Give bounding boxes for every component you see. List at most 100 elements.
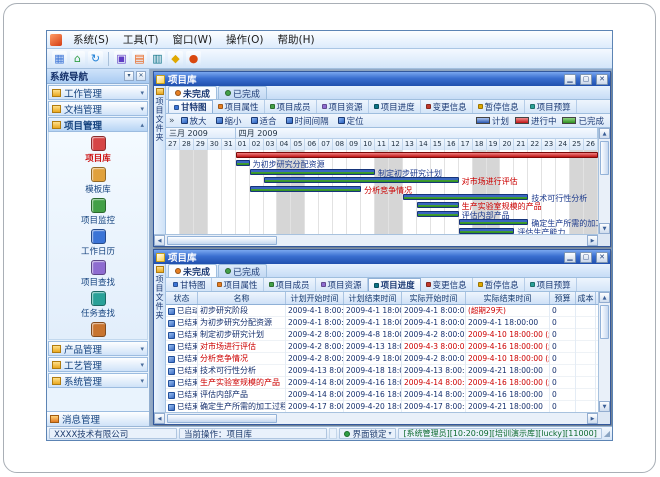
table-row[interactable]: 已结束技术可行性分析2009-4-13 8:00:002009-4-18 18:…: [166, 365, 598, 377]
sidebar-tab-messages[interactable]: 消息管理: [47, 411, 149, 426]
gantt-bar[interactable]: [459, 228, 515, 234]
gantt-tool[interactable]: 放大: [179, 115, 209, 127]
folder-tab[interactable]: 项目文件夹: [154, 264, 166, 412]
table-row[interactable]: 已结束制定初步研究计划2009-4-2 8:00:002009-4-8 18:0…: [166, 329, 598, 341]
view-tab[interactable]: 项目资源: [316, 278, 368, 291]
sidebar-item[interactable]: 项目监控: [49, 198, 147, 226]
column-header[interactable]: 实际结束时间: [466, 292, 550, 305]
column-header[interactable]: 状态: [166, 292, 198, 305]
gantt-bar[interactable]: [417, 211, 459, 217]
column-header[interactable]: 成本: [576, 292, 596, 305]
sidebar-item[interactable]: 任务查找: [49, 291, 147, 319]
scrollbar-thumb[interactable]: [600, 141, 609, 175]
table-row[interactable]: 已结束评估内部产品2009-4-14 8:00:002009-4-16 18:0…: [166, 389, 598, 401]
scroll-down-icon[interactable]: ▼: [599, 401, 610, 412]
view-tab[interactable]: 项目属性: [213, 100, 265, 113]
view-tab[interactable]: 项目成员: [265, 100, 317, 113]
sidebar-item[interactable]: 模板库: [49, 167, 147, 195]
sidebar-group-project-management[interactable]: 项目管理 ▴: [48, 117, 148, 132]
lock-icon[interactable]: ◆: [168, 51, 183, 66]
sidebar-menu-icon[interactable]: ▾: [124, 71, 134, 81]
gantt-bar[interactable]: [264, 177, 459, 183]
table-row[interactable]: 已结束对市场进行评估2009-4-2 8:00:002009-4-13 18:0…: [166, 341, 598, 353]
view-tab[interactable]: 项目预算: [525, 278, 577, 291]
restore-button[interactable]: ▢: [580, 252, 592, 263]
sidebar-close-icon[interactable]: ✕: [136, 71, 146, 81]
column-header[interactable]: 名称: [198, 292, 286, 305]
scrollbar-thumb[interactable]: [167, 236, 277, 245]
sidebar-group[interactable]: 工作管理▾: [48, 85, 148, 100]
sidebar-group[interactable]: 文档管理▾: [48, 101, 148, 116]
vertical-scrollbar[interactable]: ▲ ▼: [598, 128, 610, 234]
view-tab[interactable]: 项目成员: [264, 278, 316, 291]
menu-item[interactable]: 工具(T): [116, 31, 166, 48]
gantt-bar[interactable]: [417, 202, 459, 208]
scrollbar-thumb[interactable]: [167, 414, 277, 423]
ui-lock-control[interactable]: 界面锁定 ▾: [339, 428, 396, 439]
vertical-scrollbar[interactable]: ▲ ▼: [598, 292, 610, 412]
view-tab[interactable]: 项目预算: [525, 100, 577, 113]
column-header[interactable]: 计划结束时间: [344, 292, 402, 305]
filter-tab[interactable]: 已完成: [218, 86, 267, 99]
filter-tab[interactable]: 未完成: [168, 86, 217, 99]
gantt-bar[interactable]: [403, 194, 528, 200]
menu-item[interactable]: 系统(S): [66, 31, 116, 48]
gantt-tool[interactable]: 时间间隔: [284, 115, 331, 127]
gantt-bar[interactable]: [236, 152, 598, 158]
gantt-bar[interactable]: [250, 186, 361, 192]
overflow-chevron-icon[interactable]: »: [169, 116, 175, 126]
view-tab[interactable]: 项目进度: [369, 100, 421, 113]
gantt-bar[interactable]: [250, 169, 375, 175]
gantt-tool[interactable]: 适合: [249, 115, 279, 127]
view-tab[interactable]: 暂停信息: [473, 278, 525, 291]
table-row[interactable]: 已结束确定生产所需的加工过程2009-4-17 8:00:002009-4-20…: [166, 401, 598, 412]
table-row[interactable]: 已结束为初步研究分配资源2009-4-1 8:00:002009-4-1 18:…: [166, 317, 598, 329]
horizontal-scrollbar[interactable]: ◀ ▶: [154, 234, 598, 246]
scroll-up-icon[interactable]: ▲: [599, 292, 610, 303]
gantt-bar[interactable]: [236, 160, 250, 166]
view-tab[interactable]: 项目资源: [317, 100, 369, 113]
sidebar-group[interactable]: 工艺管理▾: [48, 357, 148, 372]
window-icon[interactable]: ▣: [114, 51, 129, 66]
sidebar-group[interactable]: 系统管理▾: [48, 373, 148, 388]
sidebar-item[interactable]: 工作日历: [49, 229, 147, 257]
window-titlebar[interactable]: 项目库 ▁ ▢ ✕: [154, 72, 610, 86]
scroll-left-icon[interactable]: ◀: [154, 235, 165, 246]
folder-tab[interactable]: 项目文件夹: [154, 86, 166, 234]
table-row[interactable]: 已结束生产实验室规模的产品2009-4-14 8:00:002009-4-16 …: [166, 377, 598, 389]
sidebar-item[interactable]: 项目查找: [49, 260, 147, 288]
minimize-button[interactable]: ▁: [564, 74, 576, 85]
save-icon[interactable]: ▦: [52, 51, 67, 66]
gantt-bar[interactable]: [459, 219, 529, 225]
filter-tab[interactable]: 已完成: [218, 264, 267, 277]
scroll-down-icon[interactable]: ▼: [599, 223, 610, 234]
view-tab[interactable]: 项目进度: [368, 278, 421, 291]
chart-icon[interactable]: ▥: [150, 51, 165, 66]
minimize-button[interactable]: ▁: [564, 252, 576, 263]
scroll-right-icon[interactable]: ▶: [587, 235, 598, 246]
column-header[interactable]: 实际开始时间: [402, 292, 466, 305]
gantt-tool[interactable]: 缩小: [214, 115, 244, 127]
column-header[interactable]: 计划开始时间: [286, 292, 344, 305]
view-tab[interactable]: 变更信息: [421, 100, 473, 113]
menu-item[interactable]: 窗口(W): [165, 31, 219, 48]
scroll-left-icon[interactable]: ◀: [154, 413, 165, 424]
filter-tab[interactable]: 未完成: [168, 264, 217, 277]
scroll-right-icon[interactable]: ▶: [587, 413, 598, 424]
table-row[interactable]: 已启动初步研究阶段2009-4-1 8:00:002009-4-1 18:00:…: [166, 305, 598, 317]
scrollbar-thumb[interactable]: [600, 305, 609, 339]
sidebar-group[interactable]: 产品管理▾: [48, 341, 148, 356]
restore-button[interactable]: ▢: [580, 74, 592, 85]
sidebar-item[interactable]: 项目库: [49, 136, 147, 164]
menu-item[interactable]: 操作(O): [219, 31, 270, 48]
calendar-icon[interactable]: ▤: [132, 51, 147, 66]
refresh-icon[interactable]: ↻: [88, 51, 103, 66]
view-tab[interactable]: 甘特图: [168, 278, 212, 291]
gantt-tool[interactable]: 定位: [336, 115, 366, 127]
resize-grip[interactable]: ◢: [604, 429, 610, 438]
view-tab[interactable]: 甘特图: [168, 100, 213, 113]
view-tab[interactable]: 变更信息: [421, 278, 473, 291]
view-tab[interactable]: 暂停信息: [473, 100, 525, 113]
window-titlebar[interactable]: 项目库 ▁ ▢ ✕: [154, 250, 610, 264]
stop-icon[interactable]: ●: [186, 51, 201, 66]
